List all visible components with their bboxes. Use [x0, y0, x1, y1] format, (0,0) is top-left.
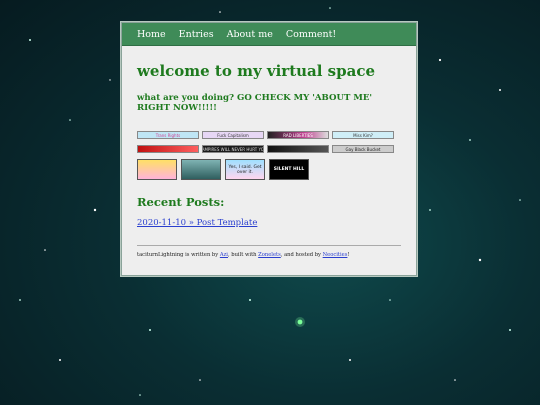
rad-badge: RAD LIBERTIES: [267, 131, 329, 139]
fuck-capitalism-badge: Fuck Capitalism: [202, 131, 264, 139]
vampires-badge: VAMPIRES WILL NEVER HURT YOU: [202, 145, 264, 153]
main-content: welcome to my virtual space what are you…: [122, 62, 416, 258]
yes-i-said-stamp: Yes, I said. Get over it.: [225, 159, 265, 180]
page-title: welcome to my virtual space: [137, 62, 376, 80]
top-nav: Home Entries About me Comment!: [122, 23, 416, 46]
post-template-link[interactable]: 2020-11-10 » Post Template: [137, 218, 401, 228]
nav-about-link[interactable]: About me: [227, 29, 273, 40]
footer-suffix: !: [347, 252, 350, 258]
silent-hill-stamp: SILENT HILL: [269, 159, 309, 180]
trans-rights-badge: Trans Rights: [137, 131, 199, 139]
red-badge: [137, 145, 199, 153]
nav-home-link[interactable]: Home: [137, 29, 166, 40]
dark-badge: [267, 145, 329, 153]
badge-row-2: VAMPIRES WILL NEVER HURT YOU Gay Black B…: [137, 145, 401, 153]
page-subtitle: what are you doing? GO CHECK MY 'ABOUT M…: [137, 93, 373, 113]
footer: taciturnLightning is written by Azi, bui…: [137, 252, 401, 258]
badge-row-1: Trans Rights Fuck Capitalism RAD LIBERTI…: [137, 131, 401, 139]
footer-mid2: , and hosted by: [280, 252, 323, 258]
miss-kim-badge: Miss Kim?: [332, 131, 394, 139]
anime-stamp: [137, 159, 177, 180]
nav-entries-link[interactable]: Entries: [179, 29, 214, 40]
gay-black-bucket-badge: Gay Black Bucket: [332, 145, 394, 153]
recent-posts-heading: Recent Posts:: [137, 195, 225, 209]
author-link[interactable]: Azi: [220, 252, 228, 258]
main-card: Home Entries About me Comment! welcome t…: [121, 22, 417, 276]
stamp-row: Yes, I said. Get over it. SILENT HILL: [137, 159, 401, 180]
footer-divider: [137, 245, 401, 246]
footer-mid: , built with: [227, 252, 259, 258]
zonelets-link[interactable]: Zonelets: [258, 252, 281, 258]
footer-prefix: taciturnLightning is written by: [137, 252, 220, 258]
neocities-link[interactable]: Neocities: [323, 252, 348, 258]
nav-comment-link[interactable]: Comment!: [286, 29, 336, 40]
car-stamp: [181, 159, 221, 180]
